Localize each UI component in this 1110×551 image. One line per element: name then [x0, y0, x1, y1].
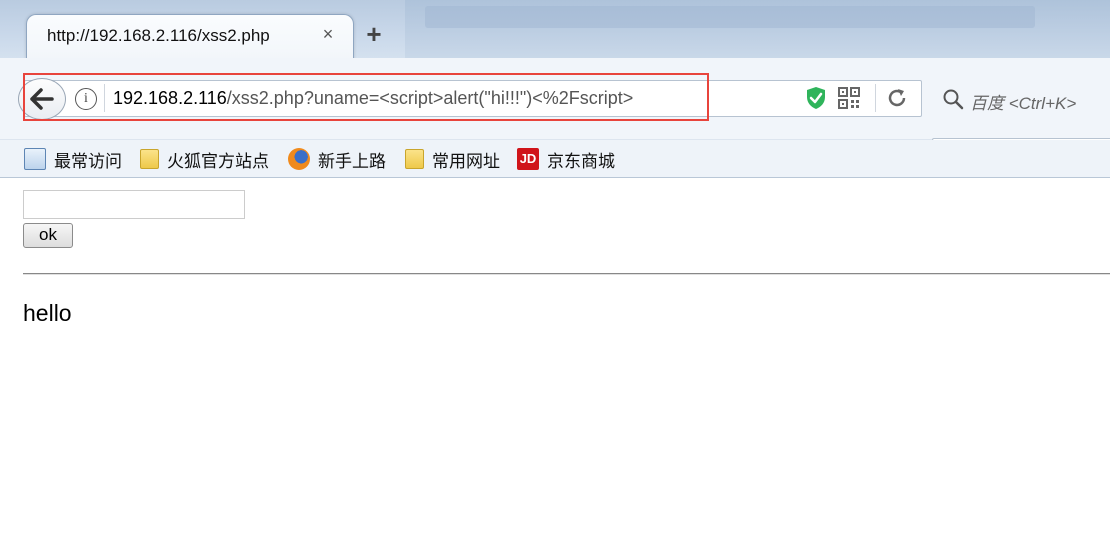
tab-title: http://192.168.2.116/xss2.php — [47, 26, 270, 45]
close-tab-icon[interactable]: × — [319, 25, 337, 43]
background-window-bar — [425, 6, 1035, 28]
folder-icon — [140, 149, 159, 169]
bookmark-jd[interactable]: JD 京东商城 — [517, 148, 615, 171]
shield-icon[interactable] — [806, 86, 826, 110]
bookmark-label: 常用网址 — [432, 151, 500, 171]
search-icon — [943, 89, 964, 110]
tab-strip: http://192.168.2.116/xss2.php × + — [0, 0, 1110, 58]
horizontal-rule — [23, 273, 1110, 275]
page-content: ok hello — [0, 178, 1110, 551]
bookmark-label: 京东商城 — [547, 151, 615, 171]
active-tab[interactable]: http://192.168.2.116/xss2.php × — [26, 14, 354, 58]
bookmark-label: 新手上路 — [318, 151, 386, 171]
new-tab-button[interactable]: + — [362, 21, 386, 47]
url-divider-2 — [875, 84, 876, 112]
bookmarks-toolbar: 最常访问 火狐官方站点 新手上路 常用网址 JD 京东商城 — [0, 140, 1110, 178]
ok-button[interactable]: ok — [23, 223, 73, 248]
search-placeholder[interactable]: 百度 <Ctrl+K> — [970, 89, 1076, 114]
reload-icon[interactable] — [886, 87, 908, 109]
url-highlight-box — [23, 73, 709, 121]
bookmark-getting-started[interactable]: 新手上路 — [288, 148, 386, 171]
output-text: hello — [23, 300, 72, 326]
qr-code-icon[interactable] — [838, 87, 860, 109]
most-visited-icon — [24, 148, 46, 170]
bookmark-common-sites[interactable]: 常用网址 — [405, 148, 500, 171]
firefox-icon — [288, 148, 310, 170]
bookmark-label: 最常访问 — [54, 151, 122, 171]
bookmark-label: 火狐官方站点 — [167, 151, 269, 171]
jd-icon: JD — [517, 148, 539, 170]
folder-icon — [405, 149, 424, 169]
bookmark-most-visited[interactable]: 最常访问 — [24, 148, 122, 171]
bookmark-firefox-official[interactable]: 火狐官方站点 — [140, 148, 269, 171]
uname-input[interactable] — [23, 190, 245, 219]
